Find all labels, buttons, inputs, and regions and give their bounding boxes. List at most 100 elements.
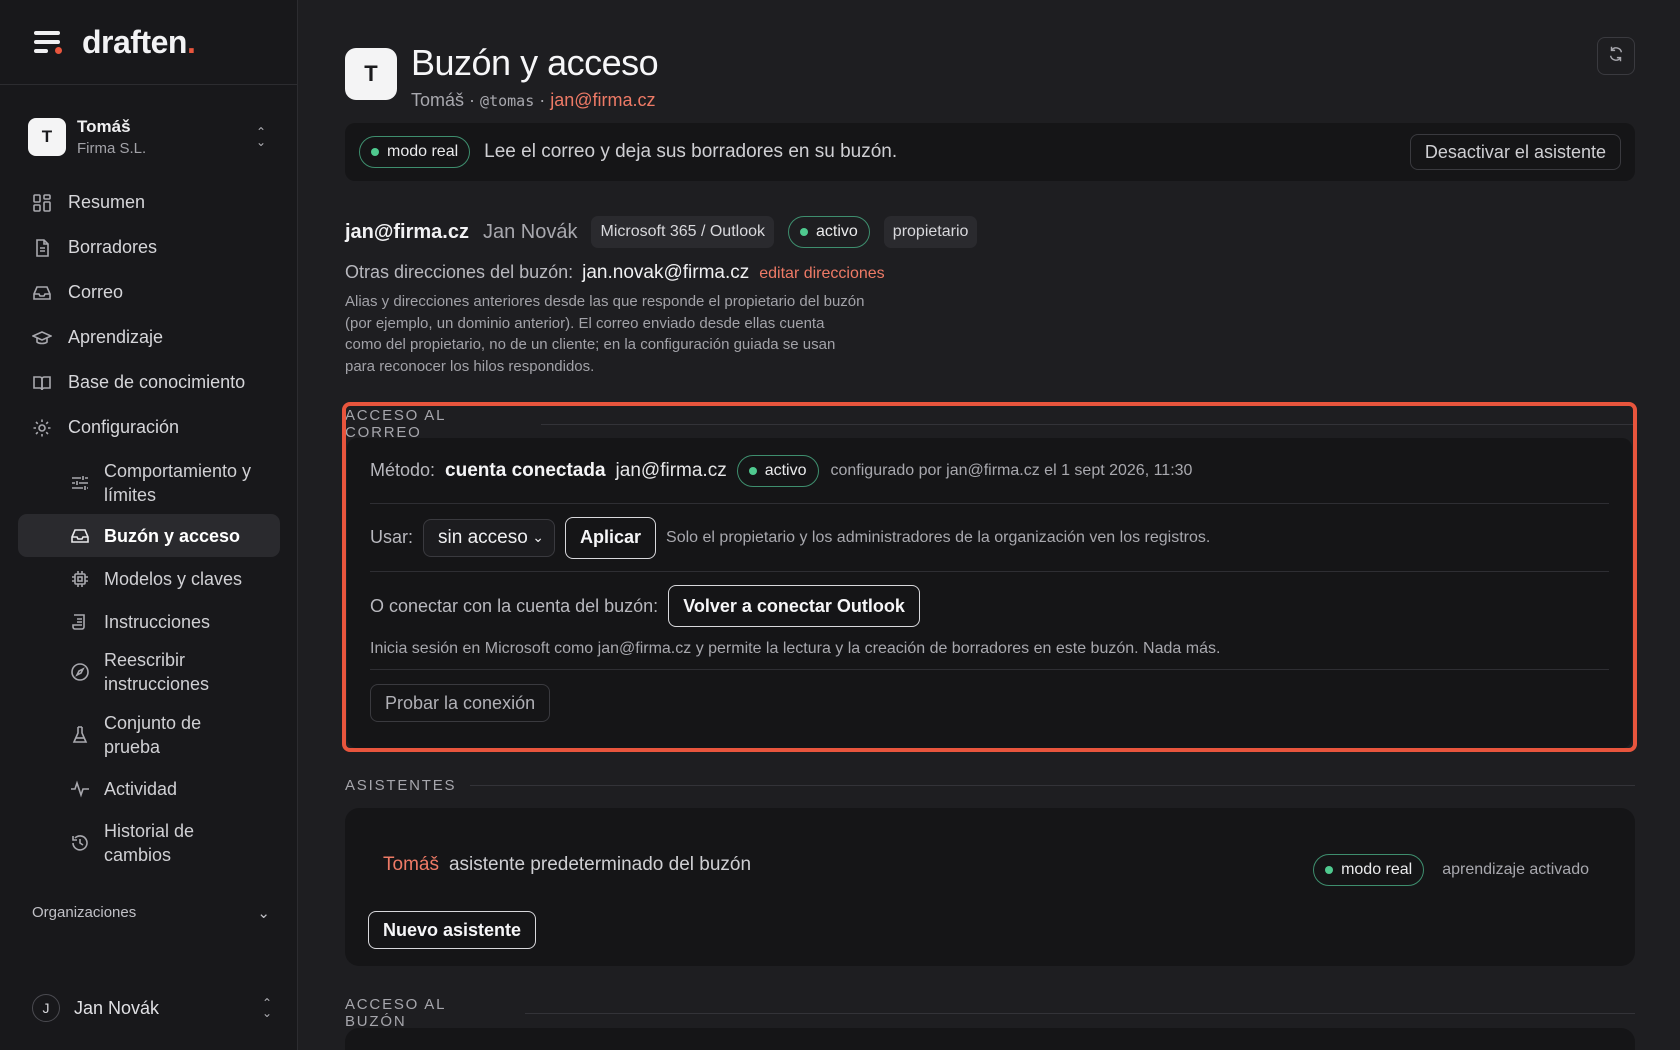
configured-note: configurado por jan@firma.cz el 1 sept 2… <box>830 461 1193 479</box>
org-avatar: T <box>28 118 66 156</box>
sidebar-item-label: Instrucciones <box>104 611 211 632</box>
chevron-down-icon: ⌄ <box>257 905 270 922</box>
owner-handle: @tomas <box>480 92 535 110</box>
assistant-name[interactable]: Tomáš <box>383 854 439 876</box>
sidebar-subitem-mailbox[interactable]: Buzón y acceso <box>18 514 280 557</box>
compass-icon <box>70 662 90 682</box>
page-header: T Buzón y acceso Tomáš · @tomas · jan@fi… <box>345 42 659 111</box>
activity-icon <box>70 779 90 799</box>
gear-icon <box>32 418 52 438</box>
use-label: Usar: <box>370 527 414 547</box>
sidebar-subitem-models[interactable]: Modelos y claves <box>18 557 280 600</box>
sidebar-item-label: Reescribir instrucciones <box>104 649 210 694</box>
sidebar-item-knowledge[interactable]: Base de conocimiento <box>18 360 280 405</box>
sidebar-item-label: Aprendizaje <box>68 327 164 347</box>
chip-icon <box>70 569 90 589</box>
sidebar-item-label: Actividad <box>104 778 178 799</box>
sidebar-item-learning[interactable]: Aprendizaje <box>18 315 280 360</box>
assistants-card: Tomáš asistente predeterminado del buzón… <box>345 808 1635 966</box>
sidebar-item-label: Conjunto de prueba <box>104 712 202 757</box>
inbox-icon <box>32 283 52 303</box>
chevron-down-icon: ⌄ <box>532 529 545 545</box>
section-assistants: ASISTENTES <box>345 777 1636 794</box>
sidebar-subitem-behavior[interactable]: Comportamiento y límites <box>18 456 280 510</box>
reconnect-outlook-button[interactable]: Volver a conectar Outlook <box>668 585 920 627</box>
menu-icon[interactable] <box>34 31 62 54</box>
sidebar-item-drafts[interactable]: Borradores <box>18 225 280 270</box>
sidebar-item-summary[interactable]: Resumen <box>18 180 280 225</box>
assistant-row[interactable]: Tomáš asistente predeterminado del buzón <box>383 854 751 876</box>
org-switcher[interactable]: T Tomáš Firma S.L. ⌃ ⌄ <box>18 107 280 167</box>
logo: draften. <box>82 23 196 60</box>
sidebar-item-settings[interactable]: Configuración <box>18 405 280 450</box>
sidebar-subitem-testset[interactable]: Conjunto de prueba <box>18 706 280 763</box>
use-note: Solo el propietario y los administradore… <box>666 528 1211 546</box>
book-icon <box>32 373 52 393</box>
other-addresses-value: jan.novak@firma.cz <box>582 262 750 283</box>
mode-badge: modo real <box>359 136 471 168</box>
grid-icon <box>32 193 52 213</box>
page-subtitle: Tomáš · @tomas · jan@firma.cz <box>411 90 656 110</box>
assistant-desc: asistente predeterminado del buzón <box>448 854 752 875</box>
method-row: Método: cuenta conectada jan@firma.cz ac… <box>370 438 1609 504</box>
chevron-up-down-icon: ⌃ ⌄ <box>255 125 266 149</box>
sidebar-subitem-activity[interactable]: Actividad <box>18 767 280 810</box>
role-tag: propietario <box>883 216 978 248</box>
sidebar-item-label: Comportamiento y límites <box>104 461 252 505</box>
org-name: Tomáš <box>77 117 131 136</box>
refresh-icon <box>1607 45 1625 68</box>
account-name: Jan Novák <box>482 220 578 243</box>
graduation-cap-icon <box>32 328 52 348</box>
scroll-icon <box>70 612 90 632</box>
sidebar: draften. T Tomáš Firma S.L. ⌃ ⌄ Resumen B… <box>0 0 298 1050</box>
provider-tag: Microsoft 365 / Outlook <box>591 216 774 248</box>
new-assistant-button[interactable]: Nuevo asistente <box>368 911 537 949</box>
mode-badge: modo real <box>1313 854 1425 886</box>
page-title: Buzón y acceso <box>411 42 659 83</box>
other-addresses: Otras direcciones del buzón: jan.novak@f… <box>345 262 885 284</box>
account-row: jan@firma.cz Jan Novák Microsoft 365 / O… <box>345 216 978 248</box>
banner-text: Lee el correo y deja sus borradores en s… <box>484 141 898 162</box>
status-badge: activo <box>788 216 870 248</box>
test-connection-button[interactable]: Probar la conexión <box>370 684 551 722</box>
sidebar-item-label: Base de conocimiento <box>68 372 246 392</box>
sidebar-subitem-instructions[interactable]: Instrucciones <box>18 600 280 643</box>
access-select[interactable]: sin acceso ⌄ <box>423 518 556 557</box>
organizations-label: Organizaciones <box>32 904 137 921</box>
connect-note: Inicia sesión en Microsoft como jan@firm… <box>370 640 1221 657</box>
method-label: Método: <box>370 460 436 480</box>
user-avatar: J <box>32 994 60 1022</box>
use-row: Usar: sin acceso ⌄ Aplicar Solo el propi… <box>370 504 1609 572</box>
sidebar-item-label: Borradores <box>68 237 158 257</box>
mailbox-access-panel <box>345 1028 1635 1050</box>
flask-icon <box>70 725 90 745</box>
deactivate-assistant-button[interactable]: Desactivar el asistente <box>1409 134 1621 170</box>
sidebar-item-label: Modelos y claves <box>104 568 243 589</box>
learning-status: aprendizaje activado <box>1442 861 1589 878</box>
sidebar-subitem-history[interactable]: Historial de cambios <box>18 814 280 871</box>
owner-name: Tomáš <box>411 90 465 110</box>
assistant-avatar: T <box>345 48 397 100</box>
sidebar-item-mail[interactable]: Correo <box>18 270 280 315</box>
sidebar-item-label: Buzón y acceso <box>104 525 241 546</box>
status-badge: activo <box>736 454 819 487</box>
mail-access-panel: Método: cuenta conectada jan@firma.cz ac… <box>347 438 1632 748</box>
other-addresses-label: Otras direcciones del buzón: <box>345 262 574 282</box>
user-switcher[interactable]: J Jan Novák ⌃ ⌄ <box>32 994 272 1022</box>
organizations-toggle[interactable]: Organizaciones ⌄ <box>32 904 270 922</box>
sidebar-item-label: Configuración <box>68 417 180 437</box>
connect-row: O conectar con la cuenta del buzón: Volv… <box>370 572 1609 670</box>
sidebar-subitem-rewrite[interactable]: Reescribir instrucciones <box>18 643 280 700</box>
edit-addresses-link[interactable]: editar direcciones <box>759 265 884 283</box>
connect-label: O conectar con la cuenta del buzón: <box>370 595 659 616</box>
refresh-button[interactable] <box>1597 37 1635 75</box>
org-subtitle: Firma S.L. <box>77 140 147 157</box>
inbox-icon <box>70 526 90 546</box>
user-name: Jan Novák <box>74 997 160 1018</box>
apply-button[interactable]: Aplicar <box>565 516 657 559</box>
assistant-status-banner: modo real Lee el correo y deja sus borra… <box>345 123 1635 181</box>
section-mail-access: ACCESO AL CORREO <box>345 407 1635 441</box>
assistant-status: modo real aprendizaje activado <box>1313 854 1589 886</box>
sliders-icon <box>70 473 90 493</box>
owner-email-link[interactable]: jan@firma.cz <box>550 90 655 110</box>
